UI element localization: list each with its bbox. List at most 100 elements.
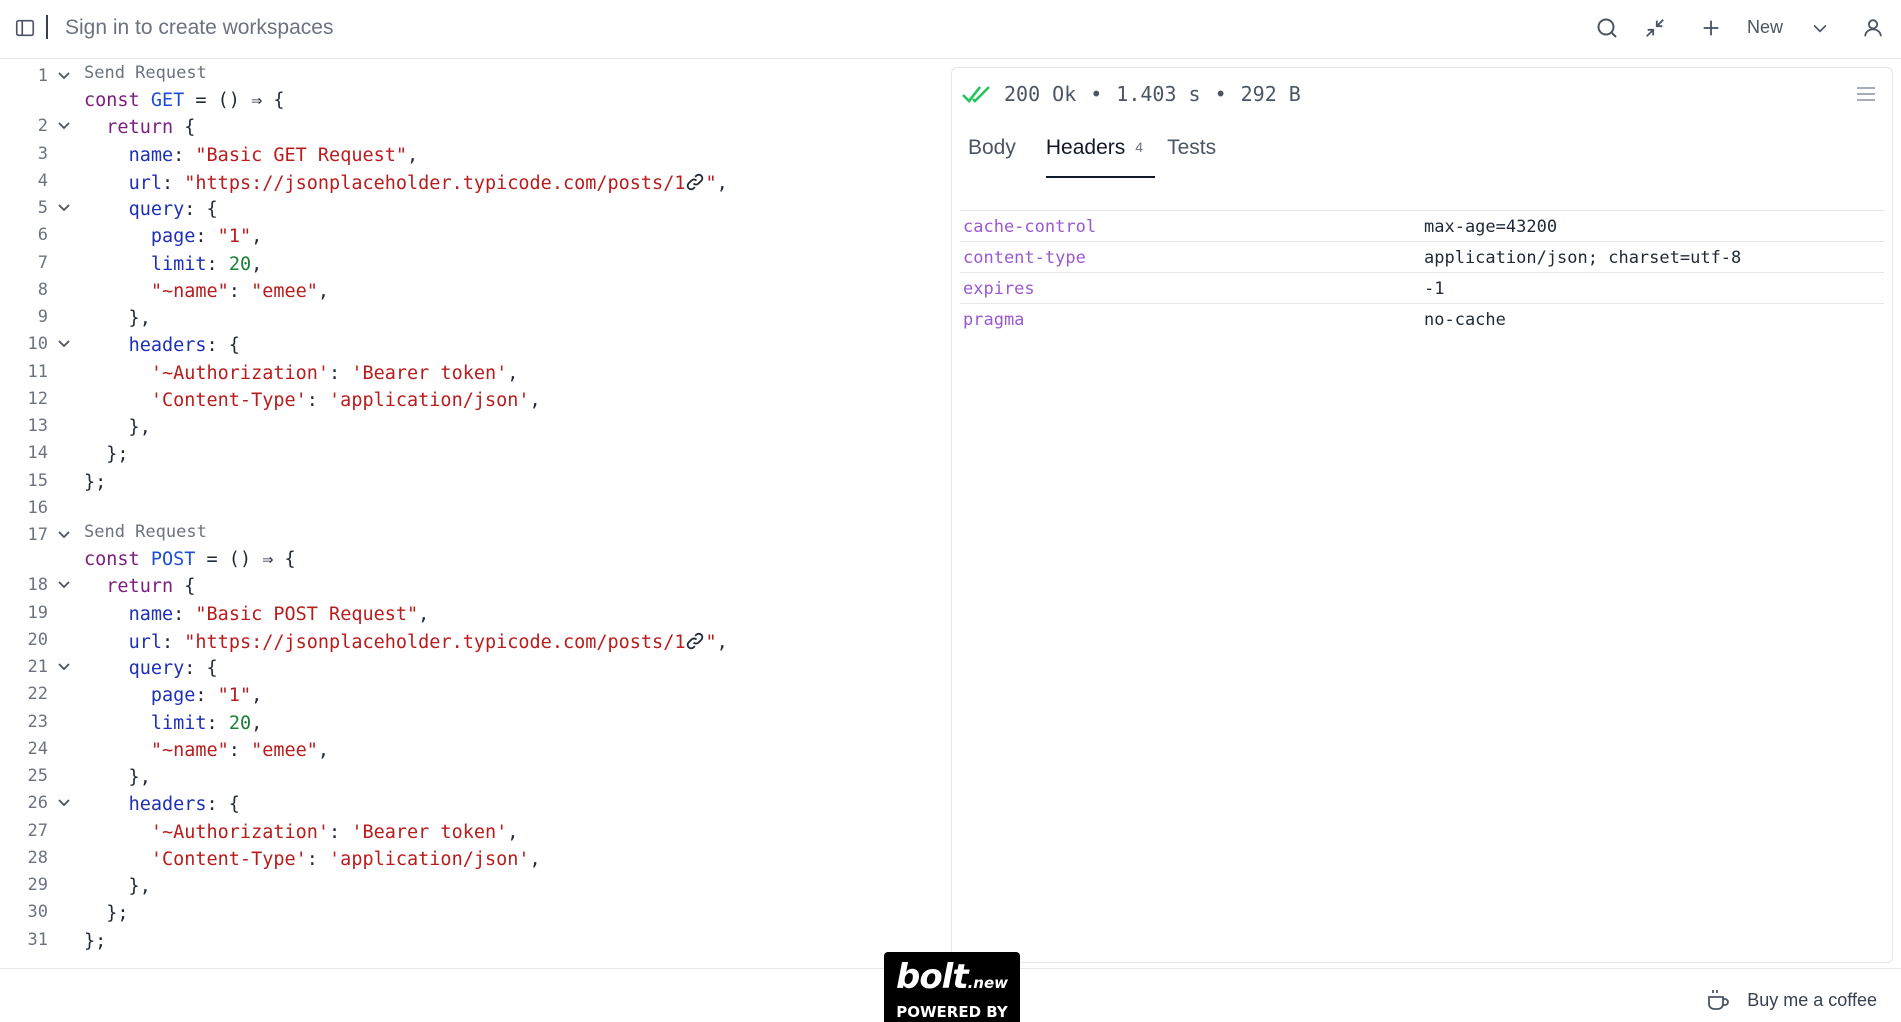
send-request-lens[interactable]: Send Request [84, 522, 207, 546]
code-line[interactable]: "~name": "emee", [0, 279, 940, 306]
menu-icon[interactable] [1856, 85, 1876, 103]
code-token: : { [206, 794, 240, 816]
code-token: page [150, 226, 196, 248]
code-line[interactable]: page: "1", [0, 224, 940, 251]
table-row: pragma no-cache [960, 304, 1884, 335]
code-line[interactable]: 'Content-Type': 'application/json', [0, 388, 940, 415]
code-text: headers: { [84, 794, 240, 815]
header-value: -1 [1424, 279, 1445, 299]
code-line[interactable]: name: "Basic POST Request", [0, 602, 940, 629]
tab-body[interactable]: Body [968, 136, 1016, 178]
code-token: }, [84, 876, 151, 897]
code-text: query: { [84, 199, 218, 220]
table-row: content-type application/json; charset=u… [960, 242, 1884, 273]
powered-by-bolt-badge[interactable]: bolt.new POWERED BY [884, 952, 1020, 1022]
code-text: 'Content-Type': 'application/json', [84, 849, 541, 870]
code-token: "~name" [150, 280, 229, 302]
code-line[interactable]: return { [0, 574, 940, 601]
code-token: 20 [228, 253, 252, 275]
response-panel: 200 Ok • 1.403 s • 292 B Body Headers 4 T… [951, 67, 1893, 963]
code-token: { [173, 576, 196, 598]
collapse-icon[interactable] [1643, 16, 1667, 40]
code-line[interactable]: headers: { [0, 792, 940, 819]
code-line[interactable]: const GET = () ⇒ { [0, 88, 940, 115]
fold-chevron-icon[interactable] [55, 67, 73, 85]
code-line[interactable]: }, [0, 306, 940, 333]
workspace-title[interactable]: Sign in to create workspaces [65, 16, 333, 40]
chevron-down-icon[interactable] [1808, 16, 1832, 40]
header-key: expires [963, 279, 1035, 299]
code-text: }; [84, 903, 129, 925]
code-line[interactable]: }, [0, 765, 940, 792]
buy-coffee-link[interactable]: Buy me a coffee [1705, 987, 1877, 1013]
code-token: }; [84, 903, 129, 925]
code-token: "1" [217, 226, 252, 248]
code-line[interactable]: }, [0, 415, 940, 442]
code-token: query [128, 658, 185, 679]
code-token: "emee" [251, 280, 318, 302]
code-editor[interactable]: Send Request 1 const GET = () ⇒ {2 return … [0, 60, 940, 968]
new-button[interactable]: New [1747, 17, 1783, 38]
code-line[interactable]: }, [0, 874, 940, 901]
fold-chevron-icon[interactable] [55, 526, 73, 544]
code-text: }; [84, 931, 106, 952]
link-icon[interactable] [685, 173, 705, 194]
code-token: 'application/json' [329, 848, 530, 870]
code-token: : [228, 739, 252, 761]
code-token: 20 [228, 712, 252, 734]
code-token: limit [150, 712, 207, 734]
code-line[interactable]: const POST = () ⇒ { [0, 547, 940, 574]
code-token: , [418, 603, 430, 625]
code-line[interactable]: '~Authorization': 'Bearer token', [0, 361, 940, 388]
code-token: }, [84, 308, 151, 329]
code-line[interactable]: limit: 20, [0, 252, 940, 279]
code-line[interactable]: 'Content-Type': 'application/json', [0, 847, 940, 874]
code-token: 'Content-Type' [150, 848, 307, 870]
code-line[interactable]: query: { [0, 656, 940, 683]
line-number: 17 [27, 525, 48, 545]
link-icon[interactable] [685, 632, 705, 653]
code-token: "https://jsonplaceholder.typicode.com/po… [184, 172, 686, 194]
code-token: "https://jsonplaceholder.typicode.com/po… [184, 631, 686, 653]
code-line[interactable] [0, 497, 940, 524]
code-line[interactable]: limit: 20, [0, 711, 940, 738]
user-icon[interactable] [1861, 16, 1885, 40]
tab-headers[interactable]: Headers 4 [1045, 136, 1156, 178]
code-line[interactable]: headers: { [0, 333, 940, 360]
code-token: , [716, 631, 728, 653]
code-token: return [106, 117, 174, 139]
code-line[interactable]: }; [0, 929, 940, 956]
response-time: 1.403 s [1116, 82, 1201, 106]
search-icon[interactable] [1595, 16, 1619, 40]
code-token: , [507, 821, 519, 843]
send-request-lens[interactable]: Send Request [84, 63, 207, 87]
header-key: cache-control [963, 217, 1097, 237]
code-line[interactable]: return { [0, 115, 940, 142]
tab-label: Headers [1045, 136, 1126, 159]
code-token: GET [150, 90, 185, 111]
code-token: : [161, 172, 185, 194]
plus-icon[interactable] [1699, 16, 1723, 40]
sidebar-toggle-icon[interactable] [13, 16, 37, 40]
tab-label: Body [968, 136, 1016, 159]
code-line[interactable]: }; [0, 442, 940, 469]
code-line[interactable]: query: { [0, 197, 940, 224]
double-check-icon [962, 86, 990, 103]
code-line[interactable]: }; [0, 470, 940, 497]
tab-tests[interactable]: Tests [1167, 136, 1216, 178]
code-line[interactable]: url: "https://jsonplaceholder.typicode.c… [0, 170, 940, 197]
code-line[interactable]: name: "Basic GET Request", [0, 143, 940, 170]
code-line[interactable]: "~name": "emee", [0, 738, 940, 765]
code-line[interactable]: }; [0, 901, 940, 928]
code-token: " [705, 631, 717, 653]
status-separator: • [1090, 82, 1103, 106]
code-line[interactable]: '~Authorization': 'Bearer token', [0, 820, 940, 847]
code-line[interactable]: url: "https://jsonplaceholder.typicode.c… [0, 629, 940, 656]
code-line[interactable]: page: "1", [0, 683, 940, 710]
